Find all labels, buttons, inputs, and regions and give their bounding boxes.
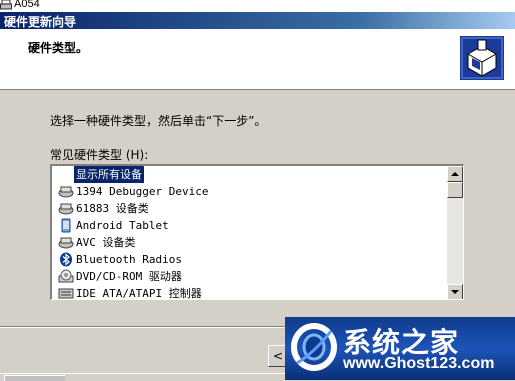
list-item[interactable]: 61883 设备类 (52, 200, 446, 217)
list-scrollbar[interactable] (447, 166, 463, 299)
title-bar[interactable]: 硬件更新向导 (0, 12, 515, 29)
cdrom-icon (58, 269, 74, 283)
list-item-label: IDE ATA/ATAPI 控制器 (76, 287, 202, 300)
arrow-up-icon (451, 172, 459, 176)
page-title: 硬件类型。 (28, 41, 89, 55)
network-device-icon (58, 237, 74, 249)
list-item-label: Bluetooth Radios (76, 253, 182, 266)
bluetooth-icon (60, 252, 72, 267)
printer-icon (0, 0, 12, 10)
hardware-wizard-icon (460, 36, 504, 80)
list-item-label: 显示所有设备 (74, 166, 144, 183)
list-item-label: AVC 设备类 (76, 236, 136, 249)
list-item-label: 1394 Debugger Device (76, 185, 209, 198)
underlying-window-strip: A054 (0, 0, 515, 12)
list-item[interactable]: 显示所有设备 (52, 166, 446, 183)
list-item[interactable]: AVC 设备类 (52, 234, 446, 251)
list-item[interactable]: 1394 Debugger Device (52, 183, 446, 200)
scroll-up-button[interactable] (447, 166, 463, 182)
watermark-logo: 系统之家 www.Ghost123.com (285, 317, 515, 380)
wizard-header: 硬件类型。 (0, 29, 515, 90)
list-item[interactable]: IDE ATA/ATAPI 控制器 (52, 285, 446, 300)
scroll-thumb[interactable] (447, 182, 463, 198)
list-item[interactable]: DVD/CD-ROM 驱动器 (52, 268, 446, 285)
scroll-down-button[interactable] (447, 284, 463, 299)
back-button-label: < (273, 349, 284, 363)
tablet-icon (61, 218, 71, 233)
list-item-label: DVD/CD-ROM 驱动器 (76, 270, 182, 283)
window-title: 硬件更新向导 (4, 15, 77, 29)
underlying-window-title: A054 (14, 0, 40, 10)
network-device-icon (58, 186, 74, 198)
swirl-logo-icon (291, 323, 337, 371)
instruction-text: 选择一种硬件类型，然后单击“下一步”。 (50, 114, 267, 128)
ide-controller-icon (58, 288, 74, 299)
hardware-list-label: 常见硬件类型 (H): (50, 148, 149, 162)
list-item-label: Android Tablet (76, 219, 169, 232)
list-item[interactable]: Android Tablet (52, 217, 446, 234)
list-item-label: 61883 设备类 (76, 202, 149, 215)
arrow-down-icon (451, 290, 459, 294)
watermark-url: www.Ghost123.com (343, 355, 495, 372)
network-device-icon (58, 203, 74, 215)
hardware-type-list[interactable]: 显示所有设备 1394 Debugger Device 61883 设备类 An… (50, 164, 464, 300)
list-item[interactable]: Bluetooth Radios (52, 251, 446, 268)
taskbar-button[interactable] (4, 375, 65, 381)
